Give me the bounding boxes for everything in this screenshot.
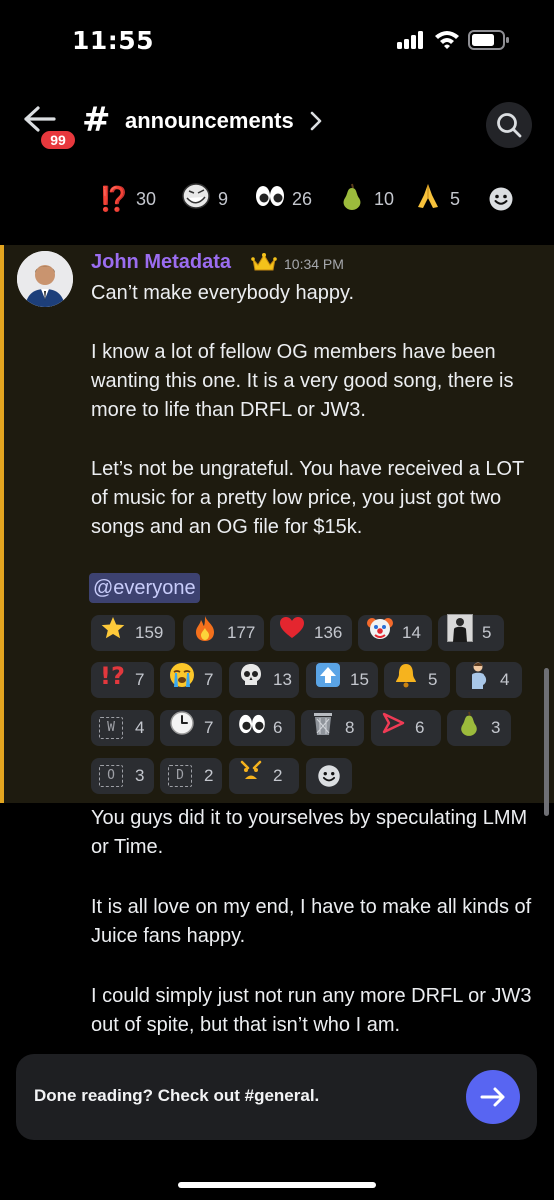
clown-icon xyxy=(366,614,394,653)
message-paragraph: Can’t make everybody happy. xyxy=(91,282,355,304)
home-indicator[interactable] xyxy=(178,1182,376,1188)
channel-hash-icon: # xyxy=(82,100,111,140)
reaction-pear[interactable]: 10 xyxy=(336,183,394,214)
reaction-interrobang[interactable]: !? 7 xyxy=(91,662,154,698)
reaction-arrow-up[interactable]: 15 xyxy=(306,662,378,698)
letter-w-icon: W xyxy=(99,717,127,739)
sob-icon xyxy=(168,661,196,700)
message-timestamp: 10:34 PM xyxy=(284,256,344,272)
pear-icon xyxy=(455,709,483,748)
pear-icon xyxy=(336,181,368,218)
next-channel-button[interactable] xyxy=(466,1070,520,1124)
letter-o-icon: O xyxy=(99,765,127,787)
reaction-pear[interactable]: 3 xyxy=(447,710,511,746)
add-reaction-button[interactable] xyxy=(306,758,352,794)
unread-badge: 99 xyxy=(38,128,78,152)
status-time: 11:55 xyxy=(72,26,155,55)
reaction-wastebasket[interactable]: 8 xyxy=(301,710,364,746)
avatar[interactable] xyxy=(17,251,73,307)
pregnant-man-icon xyxy=(464,661,492,700)
reaction-angry-face[interactable]: 2 xyxy=(229,758,299,794)
message-paragraph: You guys did it to yourselves by specula… xyxy=(91,807,528,858)
everyone-mention[interactable]: @everyone xyxy=(89,573,200,603)
add-reaction-icon xyxy=(489,187,513,211)
message-paragraph: Let’s not be ungrateful. You have receiv… xyxy=(91,458,524,538)
play-arrow-icon xyxy=(379,710,407,746)
star-icon xyxy=(99,615,127,652)
interrobang-icon: !? xyxy=(99,662,127,699)
reaction-bell[interactable]: 5 xyxy=(384,662,450,698)
status-bar: 11:55 xyxy=(0,0,554,80)
reaction-custom-person[interactable]: 5 xyxy=(438,613,504,653)
next-channel-banner[interactable]: Done reading? Check out #general. xyxy=(16,1054,537,1140)
author-name[interactable]: John Metadata xyxy=(91,251,231,274)
reaction-clown[interactable]: 14 xyxy=(358,615,432,651)
bell-icon xyxy=(392,661,420,700)
message-paragraph: It is all love on my end, I have to make… xyxy=(91,896,532,947)
eyes-icon xyxy=(237,710,265,746)
add-reaction-button[interactable] xyxy=(486,184,516,214)
message-paragraph: I could simply just not run any more DRF… xyxy=(91,985,532,1036)
reaction-fire[interactable]: 177 xyxy=(183,615,264,651)
clock-icon xyxy=(168,710,196,747)
angry-face-icon xyxy=(237,758,265,795)
interrobang-icon: ⁉️ xyxy=(99,185,129,213)
reaction-letter-d[interactable]: D 2 xyxy=(160,758,222,794)
reaction-letter-o[interactable]: O 3 xyxy=(91,758,154,794)
crown-icon xyxy=(251,251,277,278)
previous-message-reactions: ⁉️ 30 9 26 10 5 xyxy=(0,170,554,228)
signal-icon xyxy=(397,31,425,49)
reaction-eyes[interactable]: 6 xyxy=(229,710,295,746)
fire-icon xyxy=(191,614,219,653)
letter-d-icon: D xyxy=(168,765,196,787)
scrollbar[interactable] xyxy=(544,668,549,816)
reaction-skull[interactable]: 13 xyxy=(229,662,299,698)
battery-icon xyxy=(468,30,509,50)
reaction-trollface[interactable]: 9 xyxy=(180,182,228,217)
reaction-clock[interactable]: 7 xyxy=(160,710,222,746)
reaction-heart[interactable]: 136 xyxy=(270,615,352,651)
reaction-pregnant-man[interactable]: 4 xyxy=(456,662,522,698)
reaction-eyes[interactable]: 26 xyxy=(254,184,312,214)
reaction-star[interactable]: 159 xyxy=(91,615,175,651)
wastebasket-icon xyxy=(309,710,337,747)
search-button[interactable] xyxy=(486,102,532,148)
heart-icon xyxy=(278,615,306,651)
chevron-right-icon[interactable] xyxy=(309,110,323,132)
reaction-letter-w[interactable]: W 4 xyxy=(91,710,154,746)
arrow-up-icon xyxy=(314,662,342,699)
skull-icon xyxy=(237,662,265,699)
banner-text: Done reading? Check out #general. xyxy=(34,1086,320,1105)
message-paragraph: I know a lot of fellow OG members have b… xyxy=(91,341,514,421)
reaction-pray[interactable]: 5 xyxy=(412,183,460,214)
reaction-play-arrow[interactable]: 6 xyxy=(371,710,441,746)
reaction-sob[interactable]: 7 xyxy=(160,662,222,698)
add-reaction-icon xyxy=(318,765,340,787)
channel-name[interactable]: announcements xyxy=(125,108,294,134)
arrow-right-icon xyxy=(480,1087,505,1107)
pray-icon xyxy=(412,181,444,218)
reaction-interrobang[interactable]: ⁉️ 30 xyxy=(98,184,156,214)
trollface-icon xyxy=(180,182,212,217)
eyes-icon xyxy=(254,184,286,215)
search-icon xyxy=(497,113,522,138)
svg-text:!?: !? xyxy=(100,662,125,688)
wifi-icon xyxy=(435,31,459,49)
custom-person-emoji-icon xyxy=(446,613,474,653)
channel-header: 99 # announcements xyxy=(0,92,554,156)
